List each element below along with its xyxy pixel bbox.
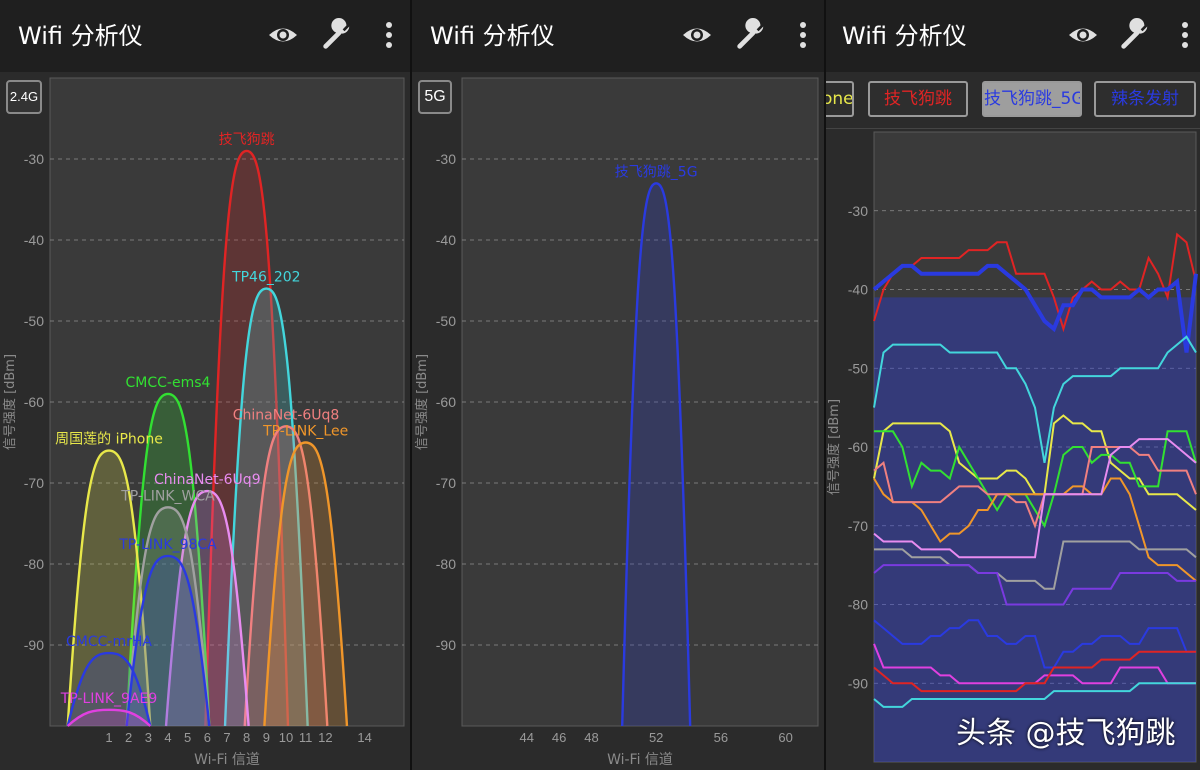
ssid-label: ChinaNet-6Uq8 xyxy=(233,407,340,423)
y-tick-label: -30 xyxy=(436,151,456,167)
y-tick-label: -80 xyxy=(24,556,44,572)
y-tick-label: -70 xyxy=(436,475,456,491)
x-tick-label: 1 xyxy=(105,730,112,745)
ssid-label: TP-LINK_9AE9 xyxy=(60,691,158,707)
x-axis-label: Wi-Fi 信道 xyxy=(607,752,673,768)
x-tick-label: 14 xyxy=(357,730,371,745)
y-tick-label: -50 xyxy=(848,360,868,376)
ssid-label: TP-LINK_Lee xyxy=(262,424,348,440)
y-tick-label: -90 xyxy=(24,637,44,653)
y-tick-label: -40 xyxy=(436,232,456,248)
y-axis-label: 信号强度 [dBm] xyxy=(826,399,842,495)
ssid-label: ChinaNet-6Uq9 xyxy=(154,472,261,488)
y-tick-label: -70 xyxy=(24,475,44,491)
y-tick-label: -40 xyxy=(848,282,868,298)
x-tick-label: 10 xyxy=(279,730,293,745)
ssid-label: TP-LINK_WCA xyxy=(120,488,215,504)
y-tick-label: -90 xyxy=(848,675,868,691)
channel-chart-5g: -30 -40 -50 -60 -70 -80 -90 信号强度 [dBm] 技飞狗跳_5G 44… xyxy=(414,77,819,768)
panel-2-4g: Wifi 分析仪 2.4G -30 -40 -50 -60 -70 -80 -90 信号强度 … xyxy=(0,0,410,770)
ssid-label: 周国莲的 iPhone xyxy=(55,432,163,448)
y-tick-label: -90 xyxy=(436,637,456,653)
ssid-label: CMCC-mrHA xyxy=(66,634,152,650)
y-tick-label: -70 xyxy=(848,518,868,534)
x-axis-label: Wi-Fi 信道 xyxy=(194,752,260,768)
x-tick-label: 60 xyxy=(778,730,792,745)
x-tick-label: 52 xyxy=(649,730,663,745)
ssid-label: TP46_202 xyxy=(231,270,301,286)
ssid-label: 技飞狗跳 xyxy=(219,132,275,148)
panel-time-graph: Wifi 分析仪 one 技飞狗跳 技飞狗跳_5G 辣条发射 -30-40-50… xyxy=(826,0,1200,770)
y-tick-label: -80 xyxy=(848,597,868,613)
x-tick-label: 6 xyxy=(204,730,211,745)
panel-5g: Wifi 分析仪 5G -30 -40 -50 -60 -70 -80 -90 信号强度 [d… xyxy=(412,0,824,770)
x-tick-label: 8 xyxy=(243,730,250,745)
x-tick-label: 11 xyxy=(299,730,313,745)
ssid-label: CMCC-ems4 xyxy=(126,375,211,391)
watermark: 头条 @技飞狗跳 xyxy=(956,716,1176,751)
ssid-label: TP-LINK_98CA xyxy=(118,537,217,553)
y-axis-label: 信号强度 [dBm] xyxy=(414,354,430,450)
y-tick-label: -40 xyxy=(24,232,44,248)
x-tick-label: 46 xyxy=(552,730,566,745)
x-tick-label: 44 xyxy=(519,730,533,745)
y-tick-label: -80 xyxy=(436,556,456,572)
x-tick-label: 7 xyxy=(223,730,230,745)
y-tick-label: -50 xyxy=(24,313,44,329)
x-tick-label: 9 xyxy=(263,730,270,745)
y-tick-label: -60 xyxy=(436,394,456,410)
y-tick-label: -30 xyxy=(24,151,44,167)
y-tick-label: -30 xyxy=(848,203,868,219)
x-tick-label: 4 xyxy=(164,730,171,745)
series-fill xyxy=(874,297,1196,762)
x-tick-label: 56 xyxy=(714,730,728,745)
channel-chart-2-4g: -30 -40 -50 -60 -70 -80 -90 信号强度 [dBm] 技飞狗跳 TP46_… xyxy=(2,77,405,768)
x-tick-label: 3 xyxy=(145,730,152,745)
y-tick-label: -60 xyxy=(848,439,868,455)
ssid-label: 技飞狗跳_5G xyxy=(615,164,698,180)
y-tick-label: -60 xyxy=(24,394,44,410)
y-tick-label: -50 xyxy=(436,313,456,329)
time-graph-chart: -30 -40 -50 -60 -70 -80 -90 信号强度 [dBm] xyxy=(826,131,1198,763)
x-tick-label: 12 xyxy=(318,730,332,745)
y-axis-label: 信号强度 [dBm] xyxy=(2,354,18,450)
x-tick-label: 48 xyxy=(584,730,598,745)
x-tick-label: 5 xyxy=(184,730,191,745)
x-tick-label: 2 xyxy=(125,730,132,745)
